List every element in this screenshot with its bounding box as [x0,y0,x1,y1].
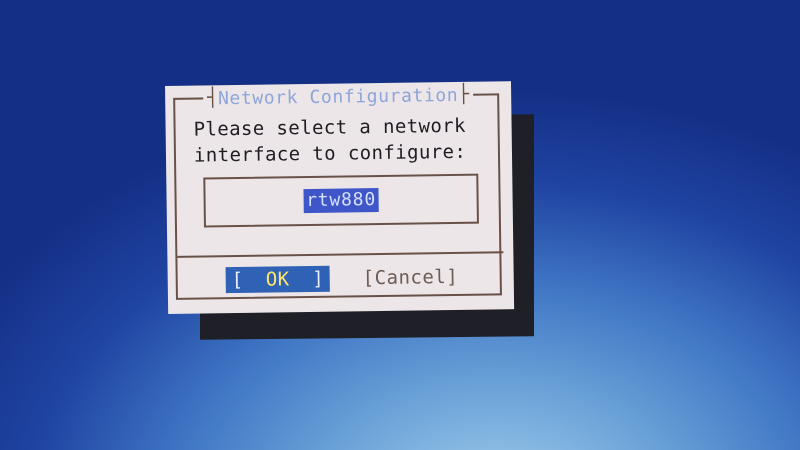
dialog-title-plate: ┤ Network Configuration ├ [203,83,474,110]
prompt-line-2: interface to configure: [193,140,467,167]
ok-button[interactable]: [ OK ] [225,265,330,294]
desktop-background: ┤ Network Configuration ├ Please select … [0,0,800,450]
network-interface-option[interactable]: rtw880 [303,188,380,214]
ok-label: OK [265,268,290,291]
dialog-prompt: Please select a network interface to con… [193,112,494,168]
network-configuration-dialog: ┤ Network Configuration ├ Please select … [165,81,515,314]
dialog-title: Network Configuration [217,84,459,109]
ok-left-bracket: [ [231,268,244,292]
title-right-corner: ├ [458,83,470,105]
title-left-corner: ┤ [207,87,219,109]
network-interface-list[interactable]: rtw880 [203,173,479,228]
ok-right-bracket: ] [312,267,324,290]
cancel-button[interactable]: [Cancel] [363,264,459,291]
